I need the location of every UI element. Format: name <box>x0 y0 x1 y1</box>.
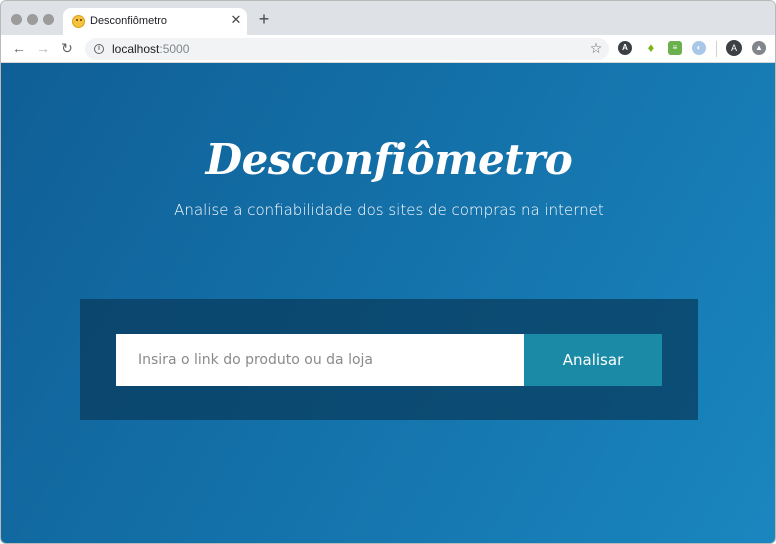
search-input[interactable] <box>116 334 524 386</box>
page-content: Desconfiômetro Analise a confiabilidade … <box>1 63 775 543</box>
close-window-icon[interactable] <box>11 14 22 25</box>
minimize-window-icon[interactable] <box>27 14 38 25</box>
ext-menu-icon[interactable]: ▲ <box>752 41 766 55</box>
ext-a-icon[interactable]: A <box>618 41 632 55</box>
thinking-face-icon <box>72 15 85 28</box>
search-panel: Analisar <box>80 299 698 420</box>
profile-avatar[interactable]: A <box>726 40 742 56</box>
forward-arrow-icon[interactable]: → <box>34 39 52 57</box>
back-arrow-icon[interactable]: ← <box>10 39 28 57</box>
bookmark-star-icon[interactable]: ☆ <box>588 40 604 56</box>
tab-strip: Desconfiômetro ✕ + <box>1 1 775 36</box>
toolbar-divider <box>716 41 717 57</box>
ext-leaf-icon[interactable]: ♦ <box>644 41 658 55</box>
ext-green-icon[interactable]: ≡ <box>668 41 682 55</box>
maximize-window-icon[interactable] <box>43 14 54 25</box>
browser-toolbar: ← → ↻ i localhost:5000 ☆ A ♦ ≡ ◐ A ▲ <box>1 35 775 63</box>
close-icon[interactable]: ✕ <box>229 13 243 27</box>
url-port: :5000 <box>159 42 190 56</box>
tab-title: Desconfiômetro <box>90 15 168 27</box>
tab-desconfiometro[interactable]: Desconfiômetro ✕ <box>63 8 247 36</box>
url-text[interactable]: localhost:5000 <box>112 42 189 56</box>
analyze-button[interactable]: Analisar <box>524 334 662 386</box>
page-logo: Desconfiômetro <box>205 135 573 184</box>
browser-window: Desconfiômetro ✕ + ← → ↻ i localhost:500… <box>0 0 776 544</box>
reload-icon[interactable]: ↻ <box>58 39 76 57</box>
page-subtitle: Analise a confiabilidade dos sites de co… <box>174 201 604 219</box>
new-tab-button[interactable]: + <box>257 10 271 28</box>
ext-blue-icon[interactable]: ◐ <box>692 41 706 55</box>
address-bar[interactable]: i localhost:5000 ☆ <box>85 38 609 60</box>
info-icon[interactable]: i <box>94 44 104 54</box>
url-host: localhost <box>112 42 160 56</box>
